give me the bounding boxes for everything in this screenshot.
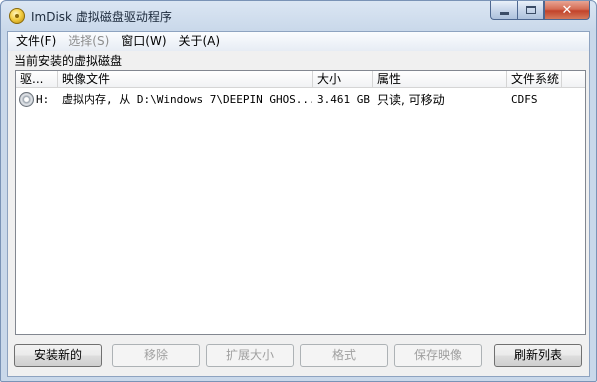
refresh-list-button[interactable]: 刷新列表: [494, 344, 582, 367]
save-image-button[interactable]: 保存映像: [394, 344, 482, 367]
list-header: 驱... 映像文件 大小 属性 文件系统: [16, 71, 585, 88]
column-image-file[interactable]: 映像文件: [58, 71, 313, 88]
column-size[interactable]: 大小: [313, 71, 373, 88]
caption-buttons: ✕: [490, 1, 590, 21]
client-area: 文件(F) 选择(S) 窗口(W) 关于(A) 当前安装的虚拟磁盘 驱... 映…: [7, 31, 590, 377]
close-button[interactable]: ✕: [544, 1, 590, 20]
disk-drive-icon: [19, 92, 34, 107]
extend-size-button[interactable]: 扩展大小: [206, 344, 294, 367]
menu-select[interactable]: 选择(S): [62, 32, 115, 51]
row-image-file: 虚拟内存, 从 D:\Windows 7\DEEPIN GHOS...: [62, 93, 312, 106]
menu-about[interactable]: 关于(A): [173, 32, 227, 51]
title-bar[interactable]: ImDisk 虚拟磁盘驱动程序 ✕: [1, 1, 596, 31]
minimize-icon: [499, 11, 509, 15]
installed-disks-label: 当前安装的虚拟磁盘: [14, 54, 123, 68]
maximize-button[interactable]: [517, 1, 544, 20]
row-attributes: 只读, 可移动: [377, 93, 445, 107]
imdisk-app-icon: [9, 8, 25, 24]
column-filesystem[interactable]: 文件系统: [507, 71, 562, 88]
row-size: 3.461 GB: [317, 93, 370, 106]
menu-window[interactable]: 窗口(W): [115, 32, 172, 51]
column-drive[interactable]: 驱...: [16, 71, 58, 88]
maximize-icon: [525, 6, 536, 14]
virtual-disk-list[interactable]: 驱... 映像文件 大小 属性 文件系统 H: 虚拟内存, 从 D:\Windo…: [15, 70, 586, 335]
close-icon: ✕: [561, 2, 573, 18]
table-row[interactable]: H: 虚拟内存, 从 D:\Windows 7\DEEPIN GHOS... 3…: [16, 91, 585, 109]
column-attributes[interactable]: 属性: [373, 71, 507, 88]
imdisk-window: ImDisk 虚拟磁盘驱动程序 ✕ 文件(F) 选择(S) 窗口(W) 关于(A…: [0, 0, 597, 382]
menu-bar: 文件(F) 选择(S) 窗口(W) 关于(A): [8, 32, 589, 51]
install-new-button[interactable]: 安装新的: [14, 344, 102, 367]
remove-button[interactable]: 移除: [112, 344, 200, 367]
format-button[interactable]: 格式: [300, 344, 388, 367]
menu-file[interactable]: 文件(F): [10, 32, 62, 51]
row-drive: H:: [36, 93, 50, 106]
minimize-button[interactable]: [490, 1, 517, 20]
row-filesystem: CDFS: [511, 93, 538, 106]
action-buttons: 安装新的 移除 扩展大小 格式 保存映像 刷新列表: [8, 344, 589, 368]
window-title: ImDisk 虚拟磁盘驱动程序: [31, 10, 172, 24]
